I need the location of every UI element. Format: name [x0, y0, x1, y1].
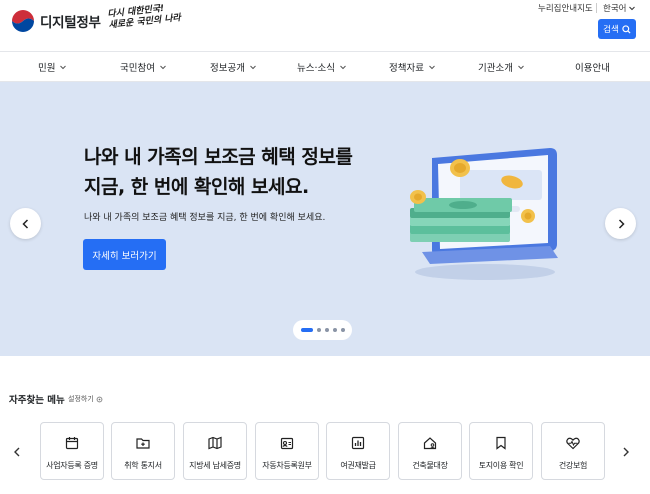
- slide-dot-2[interactable]: [316, 328, 321, 332]
- chevron-down-icon: [429, 65, 435, 70]
- nav-label: 뉴스·소식: [297, 63, 335, 74]
- quick-menu-item[interactable]: 자동차등록원부: [255, 422, 319, 480]
- slide-dot-1[interactable]: [300, 328, 313, 332]
- chevron-left-icon: [21, 218, 28, 229]
- bookmark-icon: [496, 436, 506, 450]
- banner-subtext: 나와 내 가족의 보조금 혜택 정보를 지금, 한 번에 확인해 보세요.: [84, 213, 326, 223]
- bar-chart-icon: [351, 436, 365, 450]
- nav-label: 국민참여: [120, 63, 155, 74]
- utility-divider: [596, 3, 597, 13]
- chevron-down-icon: [60, 65, 67, 70]
- nav-item-minwon[interactable]: 민원: [38, 60, 67, 74]
- slide-dot-4[interactable]: [332, 328, 337, 332]
- chevron-down-icon: [250, 65, 256, 70]
- quick-menu-item[interactable]: 취학 통지서: [111, 422, 175, 480]
- slide-dot-5[interactable]: [340, 328, 345, 332]
- id-card-icon: [280, 437, 294, 450]
- laptop-money-illustration: [410, 148, 558, 280]
- quick-menu-next-button[interactable]: [621, 443, 631, 462]
- nav-label: 이용안내: [575, 63, 610, 74]
- quick-menu-label: 취학 통지서: [124, 461, 162, 470]
- nav-label: 정책자료: [389, 63, 424, 74]
- chevron-down-icon: [629, 6, 636, 11]
- banner-detail-button[interactable]: 자세히 보러가기: [83, 239, 166, 270]
- quick-menu-label: 토지이용 확인: [478, 461, 524, 470]
- chevron-right-icon: [623, 447, 629, 457]
- quick-menu-item[interactable]: 여권재발급: [326, 422, 390, 480]
- banner-headline: 나와 내 가족의 보조금 혜택 정보를 지금, 한 번에 확인해 보세요.: [84, 142, 404, 202]
- site-logo-text[interactable]: 디지털정부: [40, 11, 101, 31]
- nav-item-information[interactable]: 정보공개: [210, 60, 257, 74]
- banner-headline-line1: 나와 내 가족의 보조금 혜택 정보를: [84, 146, 353, 168]
- quick-menu-label: 자동차등록원부: [262, 461, 312, 470]
- quick-menu-prev-button[interactable]: [12, 443, 22, 462]
- nav-label: 민원: [38, 63, 56, 74]
- banner-headline-line2: 지금, 한 번에 확인해 보세요.: [84, 176, 309, 198]
- map-icon: [208, 436, 222, 450]
- quick-menu-settings-link[interactable]: 설정하기: [68, 394, 103, 404]
- slide-dot-3[interactable]: [324, 328, 329, 332]
- language-select[interactable]: 한국어: [603, 2, 636, 14]
- quick-menu-label: 건강보험: [558, 461, 588, 470]
- heart-pulse-icon: [566, 437, 580, 450]
- calendar-icon: [65, 437, 79, 450]
- chevron-right-icon: [618, 218, 625, 229]
- banner-next-button[interactable]: [605, 208, 636, 239]
- nav-label: 기관소개: [478, 63, 513, 74]
- nav-item-guide[interactable]: 이용안내: [575, 60, 610, 74]
- slogan: 다시 대한민국! 새로운 국민의 나라: [107, 2, 181, 31]
- government-emblem-icon[interactable]: [10, 8, 36, 34]
- nav-item-participation[interactable]: 국민참여: [120, 60, 167, 74]
- quick-menu-label: 여권재발급: [340, 461, 376, 470]
- settings-label: 설정하기: [68, 395, 94, 403]
- nav-item-about[interactable]: 기관소개: [478, 60, 525, 74]
- gear-icon: [96, 396, 103, 402]
- chevron-down-icon: [518, 65, 524, 70]
- main-navigation: 민원 국민참여 정보공개 뉴스·소식 정책자료 기관소개 이용안내: [0, 51, 650, 82]
- quick-menu-item[interactable]: 토지이용 확인: [469, 422, 533, 480]
- slide-indicator: [293, 320, 352, 340]
- quick-menu-label: 사업자등록 증명: [46, 461, 98, 470]
- quick-menu-item[interactable]: 건강보험: [541, 422, 605, 480]
- search-button-label: 검색: [603, 25, 619, 35]
- language-label: 한국어: [603, 4, 627, 14]
- quick-menu-item[interactable]: 사업자등록 증명: [40, 422, 104, 480]
- folder-plus-icon: [136, 438, 150, 449]
- search-icon: [622, 24, 631, 34]
- quick-menu-label: 건축물대장: [412, 461, 448, 470]
- banner-prev-button[interactable]: [10, 208, 41, 239]
- nav-item-policy[interactable]: 정책자료: [389, 60, 436, 74]
- sitemap-link[interactable]: 누리집안내지도: [538, 2, 593, 14]
- quick-menu-title: 자주찾는 메뉴: [9, 395, 65, 406]
- quick-menu-item[interactable]: 지방세 납세증명: [183, 422, 247, 480]
- chevron-down-icon: [160, 65, 166, 70]
- quick-menu-item[interactable]: 건축물대장: [398, 422, 462, 480]
- search-button[interactable]: 검색: [598, 19, 636, 39]
- chevron-left-icon: [14, 447, 20, 457]
- chevron-down-icon: [340, 65, 346, 70]
- nav-label: 정보공개: [210, 63, 245, 74]
- house-user-icon: [423, 437, 437, 450]
- site-header: 디지털정부 다시 대한민국! 새로운 국민의 나라 누리집안내지도 한국어 검색: [0, 0, 650, 50]
- hero-banner: 나와 내 가족의 보조금 혜택 정보를 지금, 한 번에 확인해 보세요. 나와…: [0, 82, 650, 356]
- quick-menu-label: 지방세 납세증명: [189, 461, 241, 470]
- nav-item-news[interactable]: 뉴스·소식: [297, 60, 347, 74]
